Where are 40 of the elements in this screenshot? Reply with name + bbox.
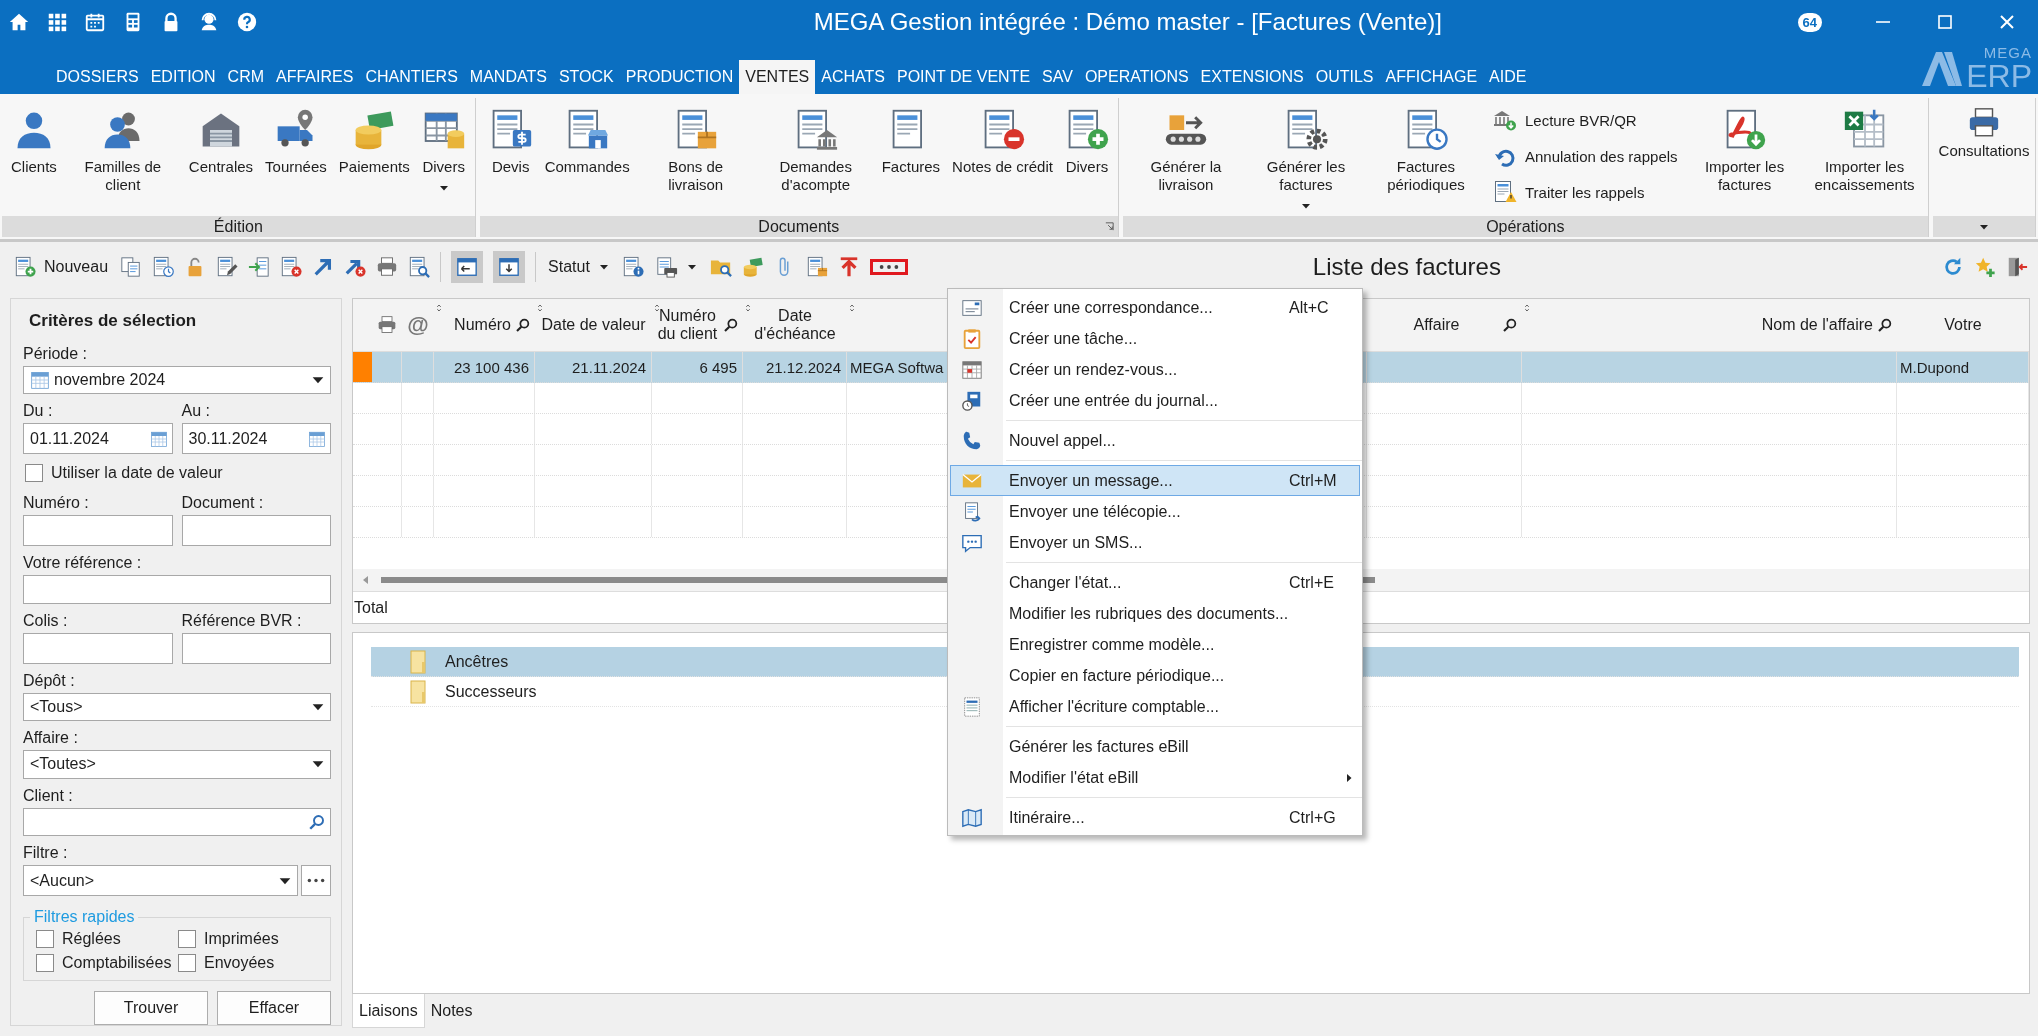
field-label: Dépôt :: [23, 670, 76, 691]
field-label: Période :: [23, 344, 89, 364]
table-cell: M.Dupond: [1897, 352, 2029, 382]
field-label: Du :: [23, 401, 54, 422]
page-title: Liste des factures: [1312, 253, 1501, 281]
column-header: @: [407, 316, 429, 334]
field-label: Votre référence :: [23, 553, 143, 574]
total-label: Total: [354, 598, 388, 617]
table-cell: 21.11.2024: [535, 352, 652, 382]
field-label: Document :: [181, 493, 265, 514]
panel-title: Critères de sélection: [29, 311, 198, 331]
column-header: Date de valeur: [541, 316, 646, 334]
field-label: Au :: [181, 401, 211, 422]
table-cell: 6 495: [652, 352, 743, 382]
field-label: Colis :: [23, 610, 69, 631]
checkbox-label: Réglées: [62, 930, 121, 949]
column-header: Votre: [1944, 316, 1982, 334]
column-header: Affaire: [1413, 316, 1460, 334]
group-title: Filtres rapides: [33, 908, 136, 927]
field-label: Client :: [23, 785, 74, 806]
field-label: Référence BVR :: [181, 610, 303, 631]
checkbox-label: Comptabilisées: [62, 954, 172, 973]
group-label: Documents: [758, 217, 840, 237]
column-header: Numéro: [454, 316, 511, 334]
checkbox-label: Imprimées: [204, 930, 279, 949]
group-label: Opérations: [1486, 217, 1565, 237]
table-cell: 23 100 436: [434, 352, 535, 382]
logo-text: ERP: [1966, 60, 2032, 92]
checkbox-label: Utiliser la date de valeur: [51, 464, 223, 483]
field-label: Numéro :: [23, 493, 90, 514]
column-header: Numéro du client: [656, 307, 719, 343]
column-header: Date d'échéance: [753, 307, 837, 343]
group-label: Édition: [213, 216, 263, 237]
checkbox-label: Envoyées: [204, 954, 275, 973]
field-label: Filtre :: [23, 843, 69, 864]
logo-text: MEGA: [1983, 45, 2032, 60]
column-header: Nom de l'affaire: [1761, 316, 1873, 334]
table-cell: 21.12.2024: [743, 352, 847, 382]
window-title: MEGA Gestion intégrée : Démo master - [Factures (Vente)]: [812, 8, 1443, 36]
field-label: Affaire :: [23, 728, 79, 749]
